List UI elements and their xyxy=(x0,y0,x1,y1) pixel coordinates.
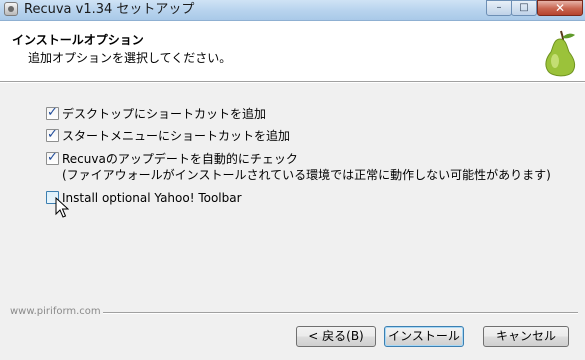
maximize-button[interactable]: □ xyxy=(511,0,537,16)
close-button[interactable]: ✕ xyxy=(537,0,583,16)
desktop-shortcut-checkbox[interactable] xyxy=(46,105,59,121)
option-label: Install optional Yahoo! Toolbar xyxy=(62,191,242,205)
pear-logo-icon xyxy=(545,30,576,77)
cancel-button[interactable]: キャンセル xyxy=(483,326,569,347)
header-panel: インストールオプション 追加オプションを選択してください。 xyxy=(0,21,585,81)
page-title: インストールオプション xyxy=(12,33,144,47)
option-note: (ファイアウォールがインストールされている環境では正常に動作しない可能性がありま… xyxy=(62,168,551,182)
auto-update-checkbox[interactable] xyxy=(46,150,59,166)
window-title: Recuva v1.34 セットアップ xyxy=(24,2,195,17)
brand-text: www.piriform.com xyxy=(10,306,101,317)
header-divider xyxy=(0,81,585,83)
page-subtitle: 追加オプションを選択してください。 xyxy=(28,51,232,65)
back-button[interactable]: < 戻る(B) xyxy=(296,326,376,347)
mouse-cursor-icon xyxy=(55,197,69,218)
install-button[interactable]: インストール xyxy=(384,326,464,347)
option-label: Recuvaのアップデートを自動的にチェック xyxy=(62,152,298,166)
app-icon xyxy=(4,2,18,16)
minimize-button[interactable]: – xyxy=(486,0,512,16)
title-bar[interactable]: Recuva v1.34 セットアップ – □ ✕ xyxy=(0,0,585,21)
option-label: スタートメニューにショートカットを追加 xyxy=(62,129,291,143)
footer-divider xyxy=(103,312,578,314)
option-label: デスクトップにショートカットを追加 xyxy=(62,107,267,121)
startmenu-shortcut-checkbox[interactable] xyxy=(46,127,59,143)
installer-window: Recuva v1.34 セットアップ – □ ✕ インストールオプション 追加… xyxy=(0,0,585,360)
